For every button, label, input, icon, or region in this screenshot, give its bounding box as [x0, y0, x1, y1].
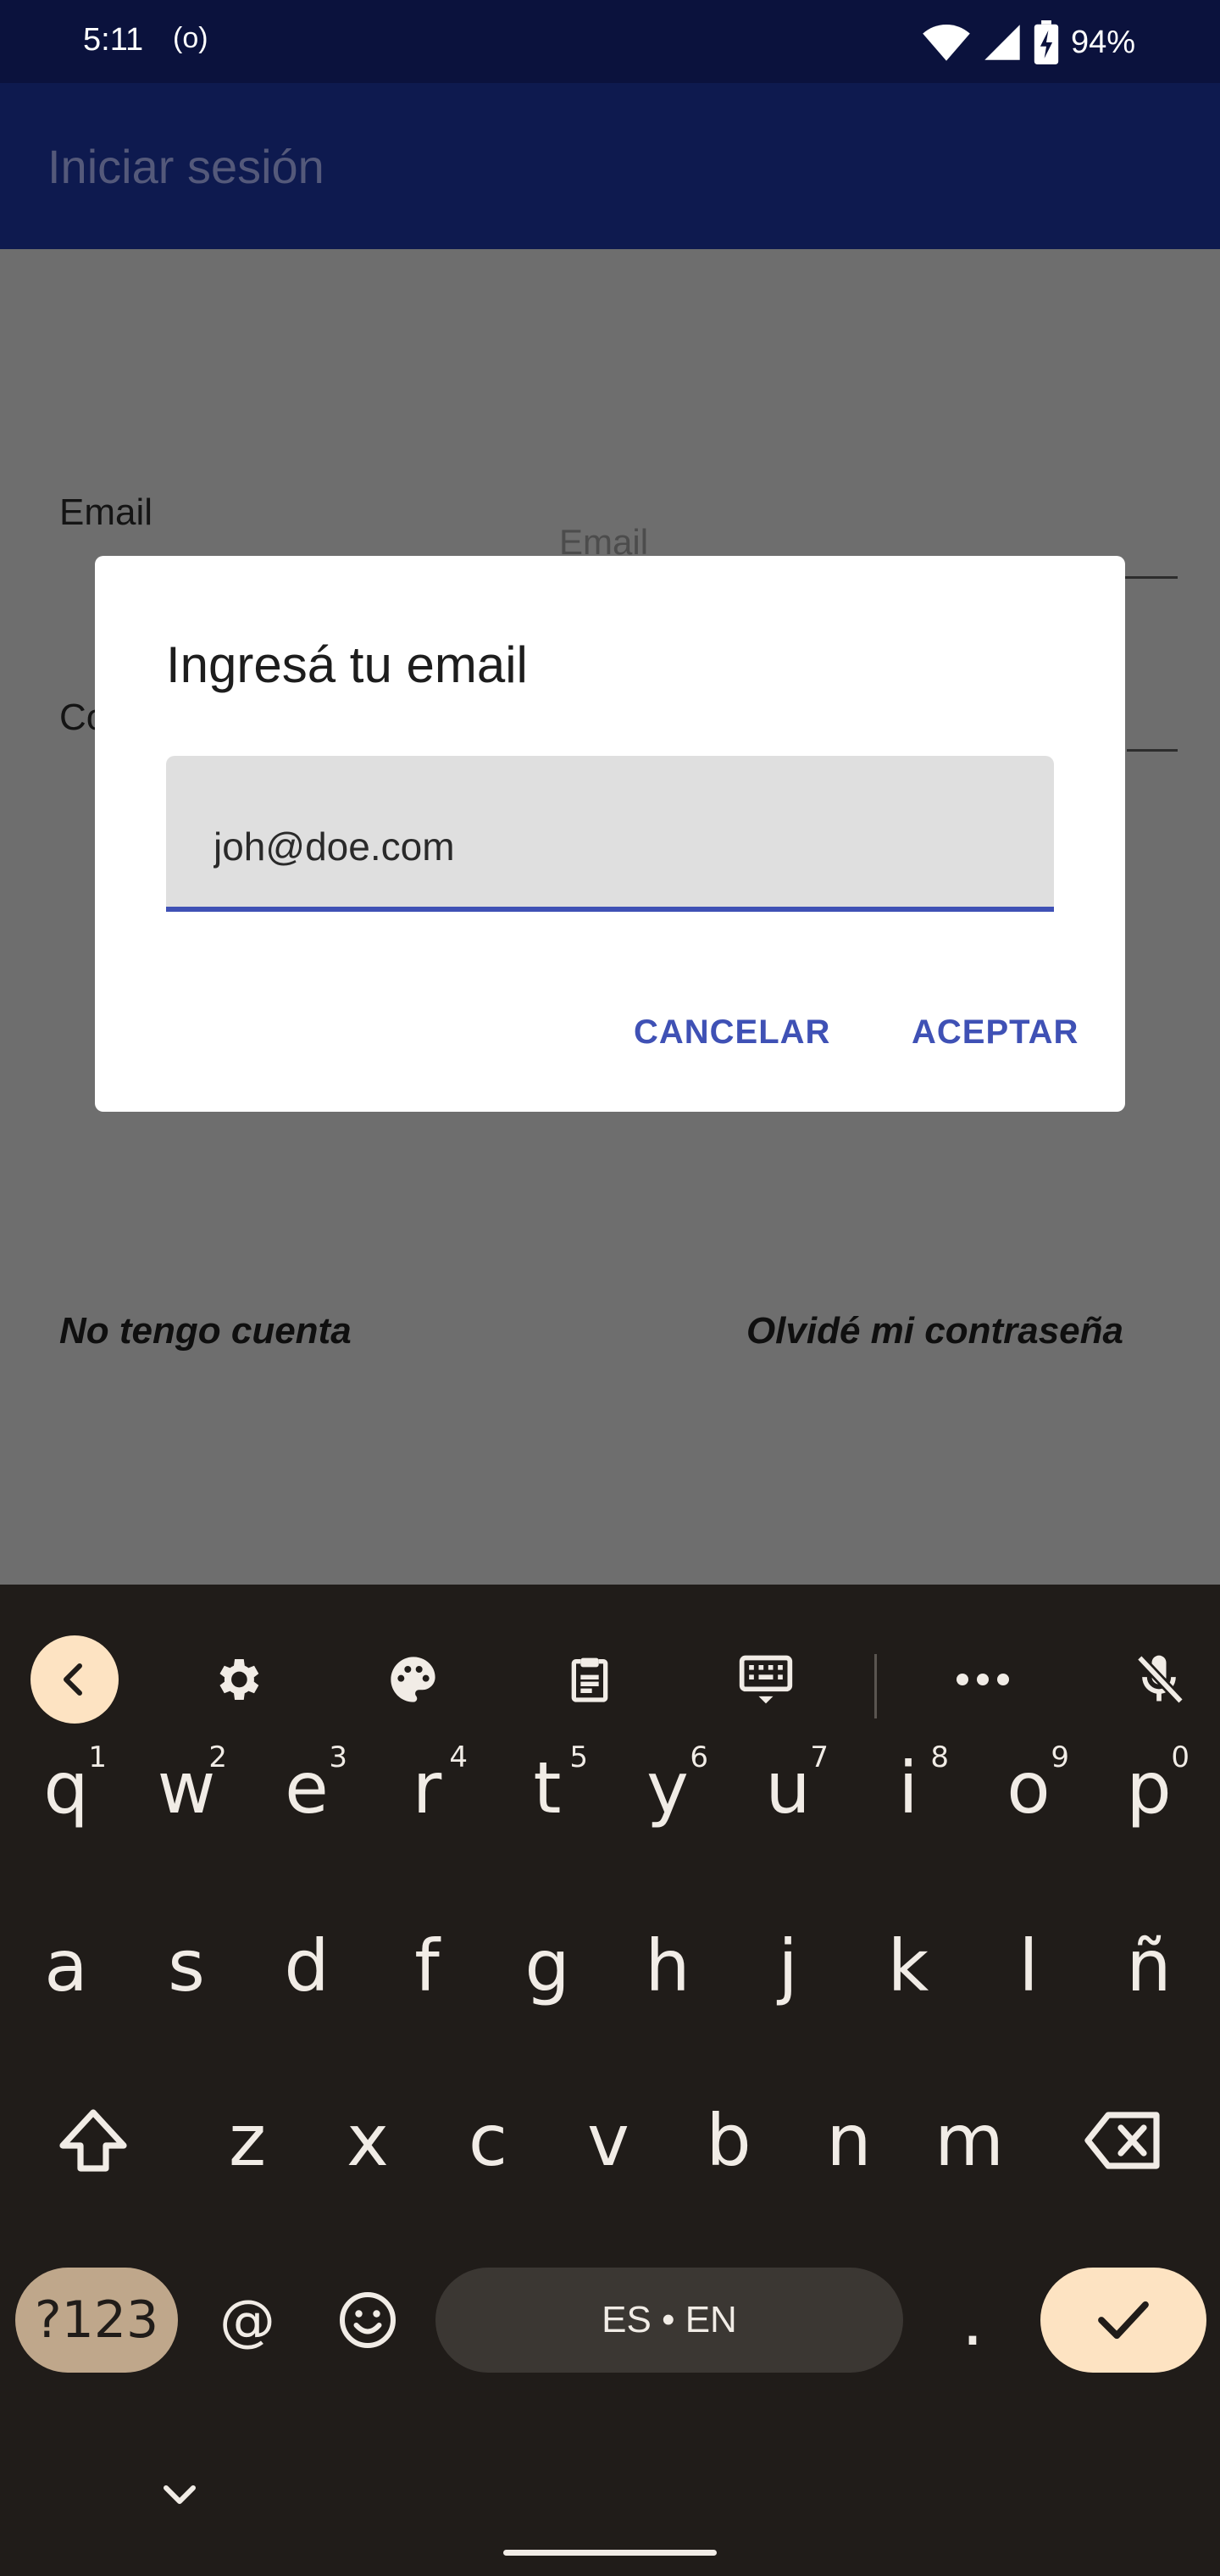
email-dialog: Ingresá tu email CANCELAR ACEPTAR — [95, 556, 1125, 1112]
key-b[interactable]: b — [669, 2064, 788, 2217]
key-g[interactable]: g — [488, 1890, 607, 2042]
enter-key[interactable] — [1040, 2268, 1206, 2373]
space-bar[interactable]: ES • EN — [435, 2268, 903, 2373]
backspace-key[interactable] — [1064, 2064, 1183, 2217]
gear-icon — [219, 1659, 259, 1700]
key-p[interactable]: p0 — [1090, 1712, 1208, 1864]
key-u[interactable]: u7 — [729, 1712, 847, 1864]
key-label: o — [1006, 1746, 1051, 1829]
key-k[interactable]: k — [849, 1890, 968, 2042]
theme-button[interactable] — [369, 1635, 458, 1724]
emoji-key[interactable] — [308, 2244, 427, 2396]
shift-icon — [59, 2109, 127, 2172]
key-v[interactable]: v — [549, 2064, 668, 2217]
key-hint: 7 — [810, 1740, 829, 1774]
key-x[interactable]: x — [308, 2064, 427, 2217]
key-h[interactable]: h — [608, 1890, 727, 2042]
backspace-icon — [1084, 2112, 1160, 2169]
key-n[interactable]: n — [790, 2064, 908, 2217]
key-hint: 0 — [1171, 1740, 1190, 1774]
dialog-email-input[interactable] — [214, 824, 1027, 869]
key-e[interactable]: e3 — [247, 1712, 366, 1864]
key-z[interactable]: z — [188, 2064, 307, 2217]
more-options-button[interactable] — [939, 1635, 1027, 1724]
email-label: Email — [59, 491, 153, 533]
key-w[interactable]: w2 — [127, 1712, 246, 1864]
key-hint: 8 — [930, 1740, 949, 1774]
hotspot-indicator: (o) — [173, 22, 208, 54]
shift-key[interactable] — [34, 2064, 152, 2217]
dialog-email-field[interactable] — [166, 756, 1054, 912]
key-d[interactable]: d — [247, 1890, 366, 2042]
battery-percent: 94% — [1070, 24, 1135, 60]
hide-keyboard-button[interactable] — [161, 2483, 212, 2517]
back-icon — [30, 1635, 119, 1724]
key-c[interactable]: c — [429, 2064, 547, 2217]
key-period[interactable]: . — [913, 2244, 1032, 2396]
mic-off-icon — [1136, 1654, 1184, 1705]
key-label: y — [646, 1746, 689, 1829]
signal-icon — [984, 25, 1020, 60]
accept-button[interactable]: ACEPTAR — [912, 1013, 1079, 1052]
key-label: p — [1126, 1746, 1172, 1829]
key-label: u — [765, 1746, 811, 1829]
status-bar: 5:11 (o) 94% — [0, 0, 1220, 83]
key-label: r — [412, 1746, 442, 1829]
check-icon — [1098, 2301, 1149, 2340]
wifi-icon — [923, 24, 970, 61]
key-l[interactable]: l — [969, 1890, 1088, 2042]
password-input-underline — [1127, 749, 1178, 752]
cancel-button[interactable]: CANCELAR — [634, 1013, 830, 1052]
toolbar-divider — [874, 1654, 877, 1718]
key-hint: 3 — [329, 1740, 347, 1774]
soft-keyboard: q1 w2 e3 r4 t5 y6 u7 i8 o9 p0 a s d f g … — [0, 1585, 1220, 2576]
keyboard-back-button[interactable] — [30, 1635, 119, 1724]
keyboard-hide-button[interactable] — [722, 1635, 810, 1724]
key-enye[interactable]: ñ — [1090, 1890, 1208, 2042]
key-j[interactable]: j — [729, 1890, 847, 2042]
dialog-title: Ingresá tu email — [166, 636, 528, 693]
key-hint: 6 — [690, 1740, 708, 1774]
voice-input-button[interactable] — [1115, 1635, 1203, 1724]
clipboard-button[interactable] — [546, 1635, 634, 1724]
no-account-link[interactable]: No tengo cuenta — [59, 1310, 352, 1352]
key-o[interactable]: o9 — [969, 1712, 1088, 1864]
clipboard-icon — [571, 1657, 608, 1702]
palette-icon — [391, 1657, 435, 1702]
key-hint: 1 — [88, 1740, 107, 1774]
key-hint: 2 — [208, 1740, 227, 1774]
numbers-key[interactable]: ?123 — [15, 2268, 178, 2373]
chevron-down-icon — [164, 2485, 196, 2504]
key-t[interactable]: t5 — [488, 1712, 607, 1864]
key-f[interactable]: f — [368, 1890, 486, 2042]
keyboard-icon — [739, 1655, 793, 1704]
gesture-handle[interactable] — [503, 2550, 717, 2556]
forgot-password-link[interactable]: Olvidé mi contraseña — [746, 1310, 1123, 1352]
status-icons: 94% — [922, 20, 1135, 64]
key-q[interactable]: q1 — [7, 1712, 125, 1864]
battery-charging-icon — [1034, 20, 1059, 64]
key-m[interactable]: m — [910, 2064, 1029, 2217]
key-label: t — [533, 1746, 562, 1829]
key-r[interactable]: r4 — [368, 1712, 486, 1864]
emoji-icon — [340, 2292, 396, 2348]
key-at[interactable]: @ — [188, 2244, 307, 2396]
settings-button[interactable] — [193, 1635, 281, 1724]
key-a[interactable]: a — [7, 1890, 125, 2042]
key-s[interactable]: s — [127, 1890, 246, 2042]
key-label: w — [157, 1746, 216, 1829]
key-y[interactable]: y6 — [608, 1712, 727, 1864]
key-hint: 9 — [1051, 1740, 1069, 1774]
more-icon — [957, 1674, 1009, 1685]
key-hint: 4 — [449, 1740, 468, 1774]
app-bar: Iniciar sesión — [0, 83, 1220, 249]
key-label: e — [285, 1746, 329, 1829]
status-time: 5:11 — [83, 22, 144, 58]
key-i[interactable]: i8 — [849, 1712, 968, 1864]
key-hint: 5 — [569, 1740, 588, 1774]
key-label: i — [898, 1746, 918, 1829]
key-label: q — [43, 1746, 89, 1829]
page-title: Iniciar sesión — [47, 140, 324, 193]
